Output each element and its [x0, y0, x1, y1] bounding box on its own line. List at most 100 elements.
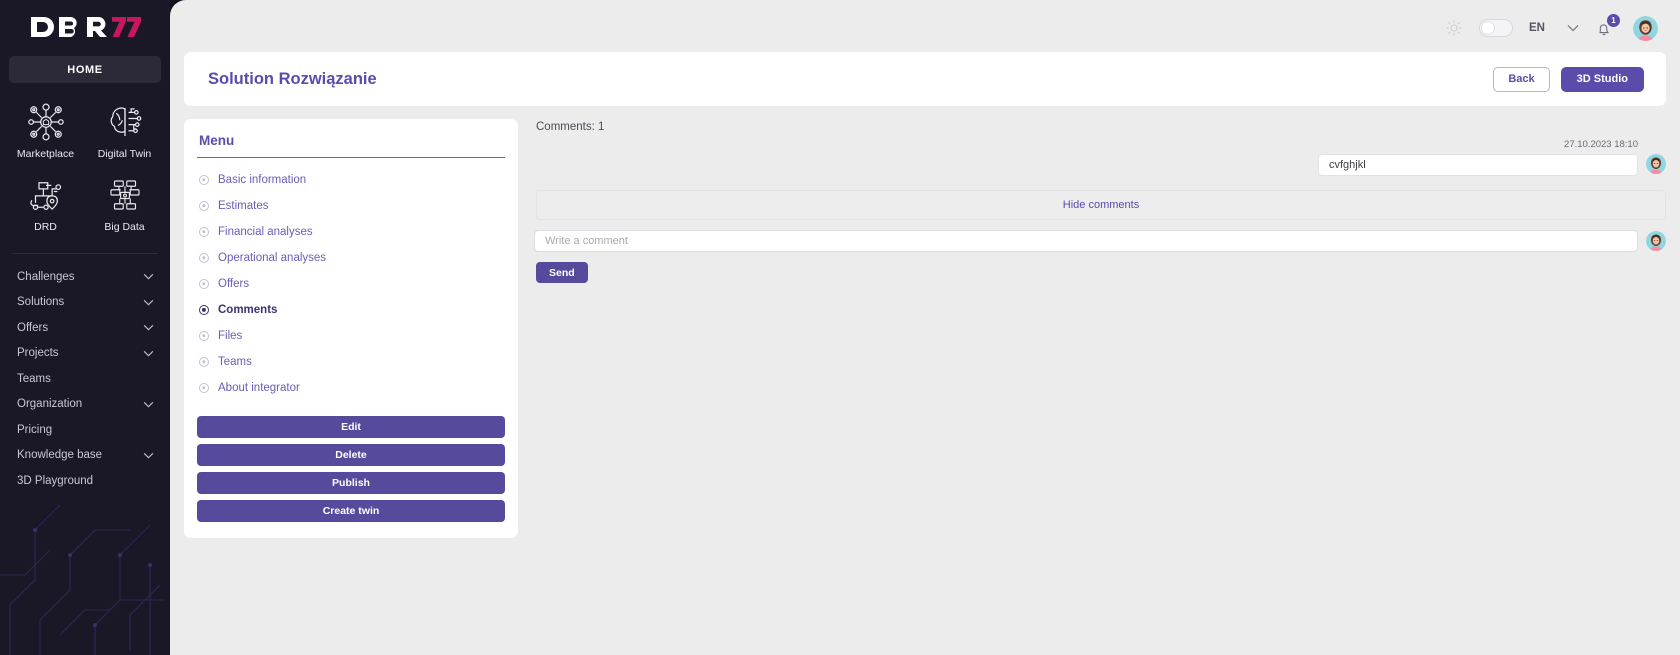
menu-item-label: Teams [218, 356, 252, 368]
comment-avatar [1646, 154, 1666, 174]
comment-content: 27.10.2023 18:10 cvfghjkl [1318, 139, 1638, 176]
brand-logo[interactable] [0, 0, 170, 46]
user-avatar-icon [1633, 15, 1658, 41]
quick-link-label: Digital Twin [97, 148, 152, 160]
send-button[interactable]: Send [536, 262, 588, 283]
app-root: HOME Marketplace Digital Twin DRD Big Da… [0, 0, 1680, 655]
language-selector[interactable]: EN [1529, 22, 1579, 34]
sidebar-item-label: 3D Playground [17, 474, 94, 487]
marketplace-network-icon [27, 103, 64, 141]
menu-item-financial-analyses[interactable]: Financial analyses [197, 219, 505, 245]
menu-item-operational-analyses[interactable]: Operational analyses [197, 245, 505, 271]
radio-icon [199, 279, 209, 289]
sidebar-item-label: Organization [17, 398, 83, 411]
quick-link-label: Big Data [104, 221, 145, 233]
quick-link-big-data[interactable]: Big Data [85, 174, 164, 233]
radio-icon [199, 357, 209, 367]
quick-link-digital-twin[interactable]: Digital Twin [85, 101, 164, 160]
user-avatar-icon [1646, 231, 1666, 251]
write-comment-row [534, 230, 1666, 252]
chevron-down-icon [143, 452, 154, 459]
chevron-down-icon [1567, 25, 1579, 32]
radio-icon [199, 383, 209, 393]
menu-item-offers[interactable]: Offers [197, 271, 505, 297]
menu-item-comments[interactable]: Comments [197, 297, 505, 323]
quick-link-marketplace[interactable]: Marketplace [6, 101, 85, 160]
sidebar-item-organization[interactable]: Organization [0, 392, 170, 418]
edit-button[interactable]: Edit [197, 416, 505, 438]
hide-comments-bar: Hide comments [536, 190, 1666, 220]
menu-card: Menu Basic information Estimates Financi… [184, 119, 518, 538]
sidebar-item-pricing[interactable]: Pricing [0, 417, 170, 443]
header-actions: Back 3D Studio [1493, 66, 1644, 92]
menu-card-title: Menu [197, 133, 505, 158]
home-button[interactable]: HOME [9, 56, 161, 83]
menu-item-label: Files [218, 330, 243, 342]
comment-input[interactable] [534, 230, 1638, 252]
comments-count: Comments: 1 [536, 121, 605, 133]
sidebar-item-solutions[interactable]: Solutions [0, 290, 170, 316]
menu-item-estimates[interactable]: Estimates [197, 193, 505, 219]
menu-item-about-integrator[interactable]: About integrator [197, 375, 505, 401]
sidebar-divider [12, 253, 158, 254]
chevron-down-icon [143, 299, 154, 306]
chevron-down-icon [143, 350, 154, 357]
hide-comments-link[interactable]: Hide comments [1063, 199, 1139, 211]
radio-icon [199, 331, 209, 341]
menu-item-label: Operational analyses [218, 252, 327, 264]
avatar[interactable] [1633, 15, 1658, 41]
top-bar: EN 1 [184, 14, 1666, 42]
sidebar-nav: Challenges Solutions Offers Projects Tea… [0, 264, 170, 494]
back-button[interactable]: Back [1493, 66, 1550, 92]
sidebar-item-teams[interactable]: Teams [0, 366, 170, 392]
radio-icon-selected [199, 305, 209, 315]
menu-item-label: Financial analyses [218, 226, 313, 238]
delete-button[interactable]: Delete [197, 444, 505, 466]
theme-toggle-knob [1481, 21, 1496, 35]
digital-twin-brain-icon [110, 107, 141, 136]
sidebar-item-label: Challenges [17, 270, 75, 283]
menu-item-files[interactable]: Files [197, 323, 505, 349]
sidebar-item-offers[interactable]: Offers [0, 315, 170, 341]
quick-links-grid: Marketplace Digital Twin DRD Big Data [0, 101, 170, 233]
sidebar-item-knowledge-base[interactable]: Knowledge base [0, 443, 170, 469]
menu-list: Basic information Estimates Financial an… [197, 158, 505, 401]
quick-link-drd[interactable]: DRD [6, 174, 85, 233]
dbr77-logo-icon [31, 17, 141, 37]
theme-toggle[interactable] [1479, 19, 1514, 37]
quick-link-label: DRD [34, 221, 57, 233]
sidebar-item-label: Solutions [17, 296, 65, 309]
comment-text: cvfghjkl [1318, 154, 1638, 176]
notifications-button[interactable]: 1 [1595, 14, 1620, 39]
page-header-card: Solution Rozwiązanie Back 3D Studio [184, 52, 1666, 106]
user-avatar-icon [1646, 154, 1666, 174]
menu-item-teams[interactable]: Teams [197, 349, 505, 375]
sidebar-item-projects[interactable]: Projects [0, 341, 170, 367]
menu-item-label: Estimates [218, 200, 269, 212]
radio-icon [199, 253, 209, 263]
sun-icon [1445, 19, 1463, 37]
menu-item-label: About integrator [218, 382, 300, 394]
sidebar-item-challenges[interactable]: Challenges [0, 264, 170, 290]
menu-actions: Edit Delete Publish Create twin [197, 401, 505, 522]
radio-icon [199, 201, 209, 211]
comment-timestamp: 27.10.2023 18:10 [1564, 139, 1638, 150]
3d-studio-button[interactable]: 3D Studio [1560, 66, 1644, 92]
main-content: EN 1 Solution Rozwiązanie Back 3D Studio… [170, 0, 1680, 655]
content-row: Menu Basic information Estimates Financi… [184, 119, 1666, 538]
create-twin-button[interactable]: Create twin [197, 500, 505, 522]
radio-icon [199, 227, 209, 237]
sidebar-item-label: Knowledge base [17, 449, 103, 462]
sidebar: HOME Marketplace Digital Twin DRD Big Da… [0, 0, 170, 655]
sidebar-item-3d-playground[interactable]: 3D Playground [0, 468, 170, 494]
sidebar-item-label: Offers [17, 321, 49, 334]
comment-item: 27.10.2023 18:10 cvfghjkl [534, 139, 1666, 176]
menu-item-basic-information[interactable]: Basic information [197, 167, 505, 193]
sidebar-item-label: Projects [17, 347, 59, 360]
drd-map-icon [29, 182, 61, 210]
chevron-down-icon [143, 274, 154, 280]
quick-link-label: Marketplace [16, 148, 75, 160]
publish-button[interactable]: Publish [197, 472, 505, 494]
sidebar-item-label: Pricing [17, 423, 53, 436]
page-title: Solution Rozwiązanie [208, 69, 377, 88]
